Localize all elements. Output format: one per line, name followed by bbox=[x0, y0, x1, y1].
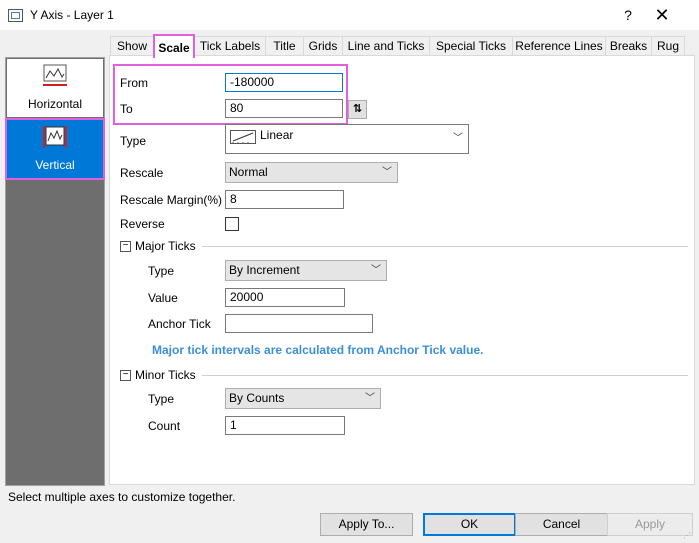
chevron-down-icon: ﹀ bbox=[382, 167, 392, 178]
minor-count-label: Count bbox=[148, 419, 181, 433]
reverse-label: Reverse bbox=[120, 217, 165, 231]
minor-ticks-header: Minor Ticks bbox=[135, 368, 196, 382]
major-ticks-collapse-icon[interactable]: − bbox=[120, 241, 131, 252]
rescale-margin-label: Rescale Margin(%) bbox=[120, 193, 223, 207]
axis-label-horizontal: Horizontal bbox=[27, 97, 83, 111]
scale-panel: From -180000 To 80 ⇅ Type Linear ﹀ Resca… bbox=[109, 55, 695, 485]
status-text: Select multiple axes to customize togeth… bbox=[8, 490, 236, 504]
from-field[interactable]: -180000 bbox=[225, 73, 343, 92]
chevron-down-icon: ﹀ bbox=[365, 393, 375, 404]
rescale-dropdown[interactable]: Normal ﹀ bbox=[225, 162, 398, 183]
type-dropdown[interactable]: Linear ﹀ bbox=[225, 124, 469, 154]
close-button[interactable]: ✕ bbox=[648, 4, 676, 26]
to-field[interactable]: 80 bbox=[225, 99, 343, 118]
rescale-margin-field[interactable]: 8 bbox=[225, 190, 344, 209]
apply-to-button[interactable]: Apply To... bbox=[320, 513, 413, 536]
major-value-label: Value bbox=[148, 291, 178, 305]
anchor-tick-label: Anchor Tick bbox=[148, 317, 211, 331]
axis-item-horizontal[interactable]: Horizontal bbox=[7, 59, 103, 117]
major-value-field[interactable]: 20000 bbox=[225, 288, 345, 307]
major-ticks-divider bbox=[202, 246, 688, 247]
anchor-tick-note: Major tick intervals are calculated from… bbox=[152, 343, 484, 357]
from-label: From bbox=[120, 76, 148, 90]
minor-type-value: By Counts bbox=[229, 391, 285, 405]
chevron-down-icon: ﹀ bbox=[453, 133, 463, 144]
app-icon bbox=[8, 9, 23, 22]
tab-tick-labels[interactable]: Tick Labels bbox=[194, 36, 266, 56]
tab-rug[interactable]: Rug bbox=[651, 36, 685, 56]
linear-scale-icon bbox=[230, 130, 256, 144]
major-type-label: Type bbox=[148, 264, 175, 278]
reverse-checkbox[interactable] bbox=[225, 217, 239, 231]
major-type-value: By Increment bbox=[229, 263, 300, 277]
minor-ticks-collapse-icon[interactable]: − bbox=[120, 370, 131, 381]
major-type-dropdown[interactable]: By Increment ﹀ bbox=[225, 260, 387, 281]
type-label: Type bbox=[120, 134, 147, 148]
anchor-tick-field[interactable] bbox=[225, 314, 373, 333]
axis-selector-pane: Horizontal Vertical bbox=[5, 57, 105, 486]
tab-breaks[interactable]: Breaks bbox=[605, 36, 652, 56]
major-ticks-header: Major Ticks bbox=[135, 239, 196, 253]
rescale-value: Normal bbox=[229, 165, 268, 179]
apply-button[interactable]: Apply bbox=[607, 513, 693, 536]
window-title: Y Axis - Layer 1 bbox=[30, 8, 114, 22]
minor-ticks-divider bbox=[202, 375, 688, 376]
chevron-down-icon: ﹀ bbox=[371, 265, 381, 276]
rescale-label: Rescale bbox=[120, 166, 164, 180]
minor-type-dropdown[interactable]: By Counts ﹀ bbox=[225, 388, 381, 409]
axis-label-vertical: Vertical bbox=[35, 158, 75, 172]
tab-show[interactable]: Show bbox=[110, 36, 154, 56]
tab-reference-lines[interactable]: Reference Lines bbox=[512, 36, 606, 56]
to-label: To bbox=[120, 102, 133, 116]
help-button[interactable]: ? bbox=[618, 5, 638, 25]
horizontal-axis-icon bbox=[43, 64, 67, 86]
axis-item-vertical[interactable]: Vertical bbox=[5, 118, 105, 180]
minor-count-field[interactable]: 1 bbox=[225, 416, 345, 435]
ok-button[interactable]: OK bbox=[423, 513, 516, 536]
vertical-axis-icon bbox=[43, 126, 67, 148]
cancel-button[interactable]: Cancel bbox=[515, 513, 608, 536]
swap-from-to-button[interactable]: ⇅ bbox=[348, 100, 367, 119]
tab-grids[interactable]: Grids bbox=[303, 36, 343, 56]
minor-type-label: Type bbox=[148, 392, 175, 406]
tab-line-and-ticks[interactable]: Line and Ticks bbox=[342, 36, 430, 56]
tab-title[interactable]: Title bbox=[265, 36, 304, 56]
resize-grip-icon[interactable]: ⋰ bbox=[683, 531, 695, 541]
type-value: Linear bbox=[260, 128, 294, 142]
tab-scale[interactable]: Scale bbox=[153, 34, 195, 58]
title-bar: Y Axis - Layer 1 ? ✕ bbox=[0, 0, 699, 30]
tab-special-ticks[interactable]: Special Ticks bbox=[429, 36, 513, 56]
